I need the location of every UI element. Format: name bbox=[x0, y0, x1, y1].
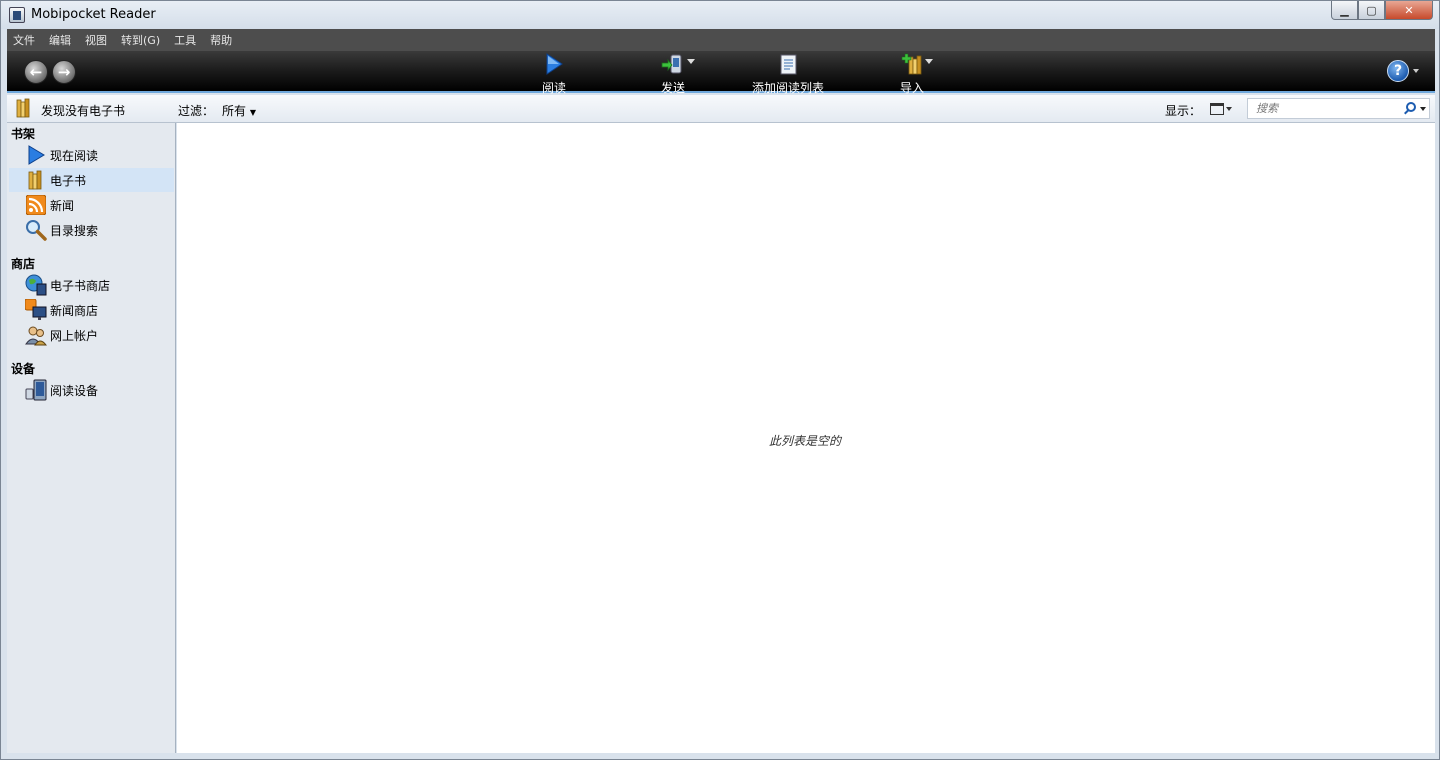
app-icon bbox=[9, 7, 25, 23]
menu-bar: 文件 编辑 视图 转到(G) 工具 帮助 bbox=[7, 29, 1435, 51]
sidebar-item-reading-device[interactable]: 阅读设备 bbox=[9, 378, 174, 402]
send-dropdown-caret bbox=[687, 59, 695, 64]
rss-icon bbox=[25, 194, 47, 216]
help-icon: ? bbox=[1393, 63, 1403, 79]
forward-button[interactable]: → bbox=[52, 60, 76, 84]
sidebar-item-label: 网上帐户 bbox=[50, 328, 99, 343]
search-box bbox=[1247, 98, 1430, 119]
add-reading-list-button[interactable]: 添加阅读列表 bbox=[751, 53, 825, 96]
sidebar-item-now-reading[interactable]: 现在阅读 bbox=[9, 143, 174, 167]
search-icon[interactable] bbox=[1406, 102, 1416, 112]
back-arrow-icon: ← bbox=[29, 63, 43, 81]
filter-dropdown[interactable]: 所有 ▼ bbox=[222, 102, 256, 119]
play-icon bbox=[545, 53, 563, 75]
filter-value: 所有 bbox=[222, 104, 247, 118]
add-reading-list-label: 添加阅读列表 bbox=[751, 81, 824, 95]
section-header-bookshelf: 书架 bbox=[11, 127, 36, 141]
send-label: 发送 bbox=[660, 81, 685, 95]
window-controls: ▁ ▢ ✕ bbox=[1331, 1, 1433, 20]
search-dropdown-caret[interactable] bbox=[1420, 107, 1426, 111]
display-label: 显示： bbox=[1165, 104, 1202, 118]
minimize-button[interactable]: ▁ bbox=[1331, 1, 1358, 20]
sidebar-item-label: 新闻 bbox=[50, 198, 75, 213]
help-dropdown-caret[interactable] bbox=[1413, 69, 1419, 73]
close-button[interactable]: ✕ bbox=[1385, 1, 1433, 20]
menu-goto[interactable]: 转到(G) bbox=[121, 32, 160, 48]
sidebar-item-news[interactable]: 新闻 bbox=[9, 193, 174, 217]
window-bottom-border bbox=[7, 753, 1435, 759]
sidebar-item-online-account[interactable]: 网上帐户 bbox=[9, 323, 174, 347]
sidebar-item-label: 目录搜索 bbox=[50, 223, 99, 238]
sidebar: 书架 现在阅读 电子书 新闻 目录搜索 商店 电子书商店 新闻商店 网上帐户 设… bbox=[7, 123, 176, 753]
section-header-store: 商店 bbox=[11, 257, 36, 271]
chevron-down-icon: ▼ bbox=[249, 108, 256, 117]
filter-label: 过滤： bbox=[178, 104, 215, 118]
window-title: Mobipocket Reader bbox=[31, 7, 156, 22]
menu-edit[interactable]: 编辑 bbox=[49, 32, 71, 48]
read-label: 阅读 bbox=[541, 81, 566, 95]
books-icon bbox=[16, 98, 30, 118]
sidebar-item-label: 电子书商店 bbox=[50, 278, 111, 293]
news-store-icon bbox=[25, 299, 47, 321]
sidebar-item-ebooks[interactable]: 电子书 bbox=[9, 168, 174, 192]
sidebar-item-label: 现在阅读 bbox=[50, 148, 99, 163]
books-icon bbox=[25, 169, 47, 191]
magnifier-icon bbox=[25, 219, 47, 241]
search-input[interactable] bbox=[1248, 99, 1398, 118]
help-button[interactable]: ? bbox=[1387, 60, 1409, 82]
view-dropdown-caret bbox=[1226, 106, 1232, 111]
back-button[interactable]: ← bbox=[24, 60, 48, 84]
sidebar-item-ebook-store[interactable]: 电子书商店 bbox=[9, 273, 174, 297]
menu-file[interactable]: 文件 bbox=[13, 32, 35, 48]
send-button[interactable]: 发送 bbox=[653, 53, 695, 96]
sidebar-item-news-store[interactable]: 新闻商店 bbox=[9, 298, 174, 322]
reading-list-icon bbox=[778, 53, 798, 75]
send-device-icon bbox=[661, 53, 695, 75]
sidebar-item-label: 新闻商店 bbox=[50, 303, 99, 318]
sidebar-item-label: 电子书 bbox=[50, 173, 87, 188]
empty-list-message: 此列表是空的 bbox=[769, 434, 842, 448]
section-header-devices: 设备 bbox=[11, 362, 36, 376]
view-mode-button[interactable] bbox=[1210, 101, 1232, 116]
filter-bar: 发现没有电子书 过滤： 所有 ▼ 显示： bbox=[7, 95, 1435, 123]
forward-arrow-icon: → bbox=[57, 63, 71, 81]
globe-store-icon bbox=[25, 274, 47, 296]
device-icon bbox=[25, 379, 47, 401]
title-bar[interactable]: Mobipocket Reader ▁ ▢ ✕ bbox=[1, 1, 1439, 29]
import-books-icon bbox=[901, 53, 933, 75]
app-window: Mobipocket Reader ▁ ▢ ✕ 文件 编辑 视图 转到(G) 工… bbox=[0, 0, 1440, 760]
import-dropdown-caret bbox=[925, 59, 933, 64]
menu-help[interactable]: 帮助 bbox=[210, 32, 232, 48]
sidebar-item-catalog-search[interactable]: 目录搜索 bbox=[9, 218, 174, 242]
library-status: 发现没有电子书 bbox=[41, 104, 126, 118]
view-layout-icon bbox=[1210, 102, 1224, 115]
users-icon bbox=[25, 324, 47, 346]
maximize-button[interactable]: ▢ bbox=[1358, 1, 1385, 20]
menu-tools[interactable]: 工具 bbox=[174, 32, 196, 48]
import-label: 导入 bbox=[899, 81, 924, 95]
toolbar: ← → 阅读 发送 添加阅读列表 导入 ? bbox=[7, 51, 1435, 96]
play-icon bbox=[25, 144, 47, 166]
sidebar-item-label: 阅读设备 bbox=[50, 383, 99, 398]
import-button[interactable]: 导入 bbox=[892, 53, 933, 96]
menu-view[interactable]: 视图 bbox=[85, 32, 107, 48]
read-button[interactable]: 阅读 bbox=[534, 53, 574, 96]
book-list-area[interactable]: 此列表是空的 bbox=[177, 123, 1435, 753]
